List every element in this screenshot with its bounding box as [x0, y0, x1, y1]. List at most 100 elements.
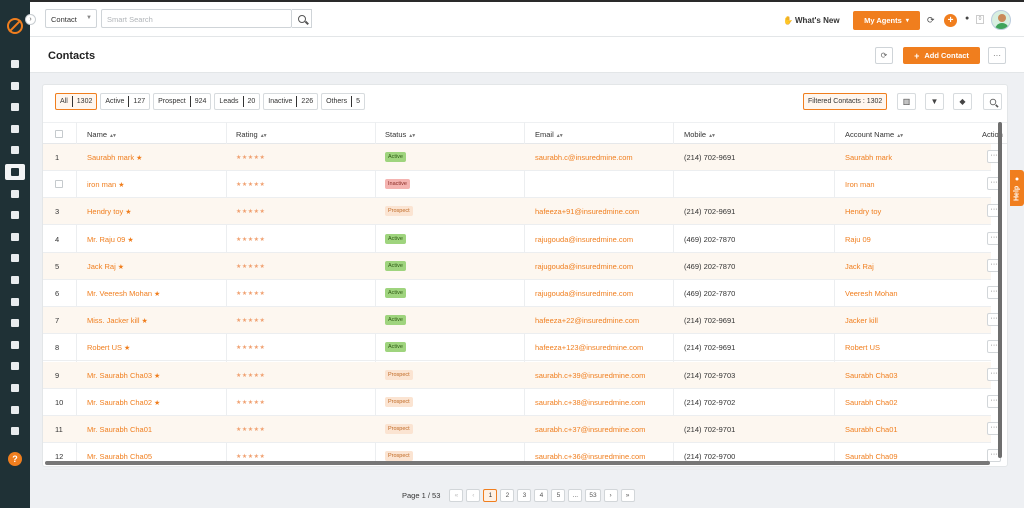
- sidebar-item[interactable]: [5, 402, 25, 418]
- account-name-link[interactable]: Jack Raj: [845, 262, 874, 271]
- column-header[interactable]: Status ▲▼: [385, 130, 416, 139]
- contact-name-link[interactable]: Mr. Saurabh Cha05: [87, 452, 152, 461]
- account-name-link[interactable]: Saurabh mark: [845, 153, 892, 162]
- contact-name-link[interactable]: Mr. Saurabh Cha02 ★: [87, 398, 160, 407]
- select-all-checkbox[interactable]: [55, 130, 63, 138]
- filter-chip[interactable]: Active 127: [100, 93, 151, 110]
- sidebar-item[interactable]: [5, 294, 25, 310]
- table-row[interactable]: 12 Mr. Saurabh Cha05 ★★★★★ Prospect saurabh.…: [43, 443, 1001, 471]
- sidebar-item[interactable]: [5, 142, 25, 158]
- sidebar-item[interactable]: [5, 207, 25, 223]
- help-tab[interactable]: Help ●: [1010, 170, 1024, 206]
- sidebar-item[interactable]: [5, 99, 25, 115]
- filter-button[interactable]: ▼: [925, 93, 944, 110]
- email-link[interactable]: hafeeza+123@insuredmine.com: [535, 343, 643, 352]
- page-button[interactable]: ‹: [466, 489, 481, 502]
- page-button[interactable]: ...: [568, 489, 583, 502]
- contact-name-link[interactable]: Miss. Jacker kill ★: [87, 316, 148, 325]
- sidebar-toggle-chevron-icon[interactable]: ›: [25, 14, 36, 25]
- table-row[interactable]: 8 Robert US ★ ★★★★★ Active hafeeza+123@insure…: [43, 334, 1001, 362]
- filter-chip[interactable]: All 1302: [55, 93, 98, 110]
- account-name-link[interactable]: Saurabh Cha09: [845, 452, 898, 461]
- filter-chip[interactable]: Leads 20: [214, 93, 261, 110]
- email-link[interactable]: saurabh.c+38@insuredmine.com: [535, 398, 645, 407]
- page-button[interactable]: «: [449, 489, 464, 502]
- filter-chip[interactable]: Others 5: [321, 93, 366, 110]
- sidebar-item[interactable]: [5, 56, 25, 72]
- table-row[interactable]: 10 Mr. Saurabh Cha02 ★ ★★★★★ Prospect saurabh…: [43, 389, 1001, 416]
- avatar[interactable]: [991, 10, 1011, 30]
- column-header[interactable]: Rating ▲▼: [236, 130, 268, 139]
- add-contact-button[interactable]: + Add Contact: [903, 47, 980, 64]
- sidebar-item[interactable]: [5, 229, 25, 245]
- contact-name-link[interactable]: Mr. Saurabh Cha01: [87, 425, 152, 434]
- sidebar-item[interactable]: [5, 250, 25, 266]
- rating-stars[interactable]: ★★★★★: [236, 290, 265, 297]
- smart-search-input[interactable]: Smart Search: [101, 9, 292, 28]
- account-name-link[interactable]: Saurabh Cha02: [845, 398, 898, 407]
- account-name-link[interactable]: Hendry toy: [845, 207, 881, 216]
- page-button[interactable]: »: [620, 489, 635, 502]
- columns-button[interactable]: ▥: [897, 93, 916, 110]
- sidebar-item[interactable]: [5, 423, 25, 439]
- vertical-scrollbar[interactable]: [998, 122, 1002, 458]
- rating-stars[interactable]: ★★★★★: [236, 208, 265, 215]
- contact-name-link[interactable]: Mr. Raju 09 ★: [87, 235, 134, 244]
- page-button[interactable]: ›: [603, 489, 618, 502]
- rating-stars[interactable]: ★★★★★: [236, 372, 265, 379]
- notification-count[interactable]: 0: [976, 15, 984, 24]
- user-icon[interactable]: ●: [965, 15, 969, 22]
- email-link[interactable]: hafeeza+22@insuredmine.com: [535, 316, 639, 325]
- table-row[interactable]: 7 Miss. Jacker kill ★ ★★★★★ Active hafeeza+22…: [43, 307, 1001, 335]
- email-link[interactable]: saurabh.c@insuredmine.com: [535, 153, 633, 162]
- page-button[interactable]: 5: [551, 489, 566, 502]
- row-checkbox[interactable]: [55, 180, 63, 189]
- email-link[interactable]: saurabh.c+39@insuredmine.com: [535, 371, 645, 380]
- sidebar-item[interactable]: [5, 121, 25, 137]
- column-header[interactable]: Account Name ▲▼: [845, 130, 904, 139]
- account-name-link[interactable]: Veeresh Mohan: [845, 289, 898, 298]
- contact-name-link[interactable]: Jack Raj ★: [87, 262, 124, 271]
- rating-stars[interactable]: ★★★★★: [236, 236, 265, 243]
- contact-name-link[interactable]: Hendry toy ★: [87, 207, 132, 216]
- sidebar-item[interactable]: [5, 272, 25, 288]
- app-logo-icon[interactable]: [7, 18, 23, 34]
- table-row[interactable]: 1 Saurabh mark ★ ★★★★★ Active saurabh.c@insur…: [43, 144, 1001, 171]
- rating-stars[interactable]: ★★★★★: [236, 453, 265, 460]
- sidebar-item[interactable]: [5, 358, 25, 374]
- table-row[interactable]: 3 Hendry toy ★ ★★★★★ Prospect hafeeza+91@insu…: [43, 198, 1001, 226]
- email-link[interactable]: saurabh.c+36@insuredmine.com: [535, 452, 645, 461]
- table-row[interactable]: iron man ★ ★★★★★ Inactive Iron man ···: [43, 171, 1001, 199]
- page-button[interactable]: 3: [517, 489, 532, 502]
- horizontal-scrollbar[interactable]: [45, 461, 990, 465]
- search-button[interactable]: [292, 9, 312, 28]
- email-link[interactable]: rajugouda@insuredmine.com: [535, 262, 633, 271]
- rating-stars[interactable]: ★★★★★: [236, 399, 265, 406]
- contact-name-link[interactable]: Saurabh mark ★: [87, 153, 142, 162]
- table-row[interactable]: 9 Mr. Saurabh Cha03 ★ ★★★★★ Prospect saurabh.…: [43, 361, 1001, 389]
- sidebar-item[interactable]: [5, 380, 25, 396]
- table-row[interactable]: 5 Jack Raj ★ ★★★★★ Active rajugouda@insuredmi…: [43, 252, 1001, 280]
- page-button[interactable]: 1: [483, 489, 498, 502]
- my-agents-button[interactable]: My Agents ▾: [853, 11, 920, 30]
- page-button[interactable]: 53: [585, 489, 601, 502]
- table-search-button[interactable]: [983, 93, 1002, 110]
- refresh-button[interactable]: ⟳: [875, 47, 893, 64]
- whats-new-link[interactable]: ✋ What's New: [783, 16, 840, 25]
- contact-name-link[interactable]: Mr. Saurabh Cha03 ★: [87, 371, 160, 380]
- page-button[interactable]: 2: [500, 489, 515, 502]
- tags-button[interactable]: ◆: [953, 93, 972, 110]
- module-select[interactable]: Contact ▼: [45, 9, 97, 28]
- table-row[interactable]: 11 Mr. Saurabh Cha01 ★★★★★ Prospect saurabh.…: [43, 416, 1001, 443]
- contact-name-link[interactable]: Mr. Veeresh Mohan ★: [87, 289, 160, 298]
- table-row[interactable]: 6 Mr. Veeresh Mohan ★ ★★★★★ Active rajugouda@…: [43, 280, 1001, 307]
- sidebar-item[interactable]: [5, 186, 25, 202]
- rating-stars[interactable]: ★★★★★: [236, 317, 265, 324]
- table-row[interactable]: 4 Mr. Raju 09 ★ ★★★★★ Active rajugouda@insure…: [43, 226, 1001, 253]
- filter-chip[interactable]: Inactive 226: [263, 93, 319, 110]
- help-icon[interactable]: ?: [8, 452, 22, 466]
- rating-stars[interactable]: ★★★★★: [236, 344, 265, 351]
- rating-stars[interactable]: ★★★★★: [236, 154, 265, 161]
- sidebar-item[interactable]: [5, 78, 25, 94]
- email-link[interactable]: hafeeza+91@insuredmine.com: [535, 207, 639, 216]
